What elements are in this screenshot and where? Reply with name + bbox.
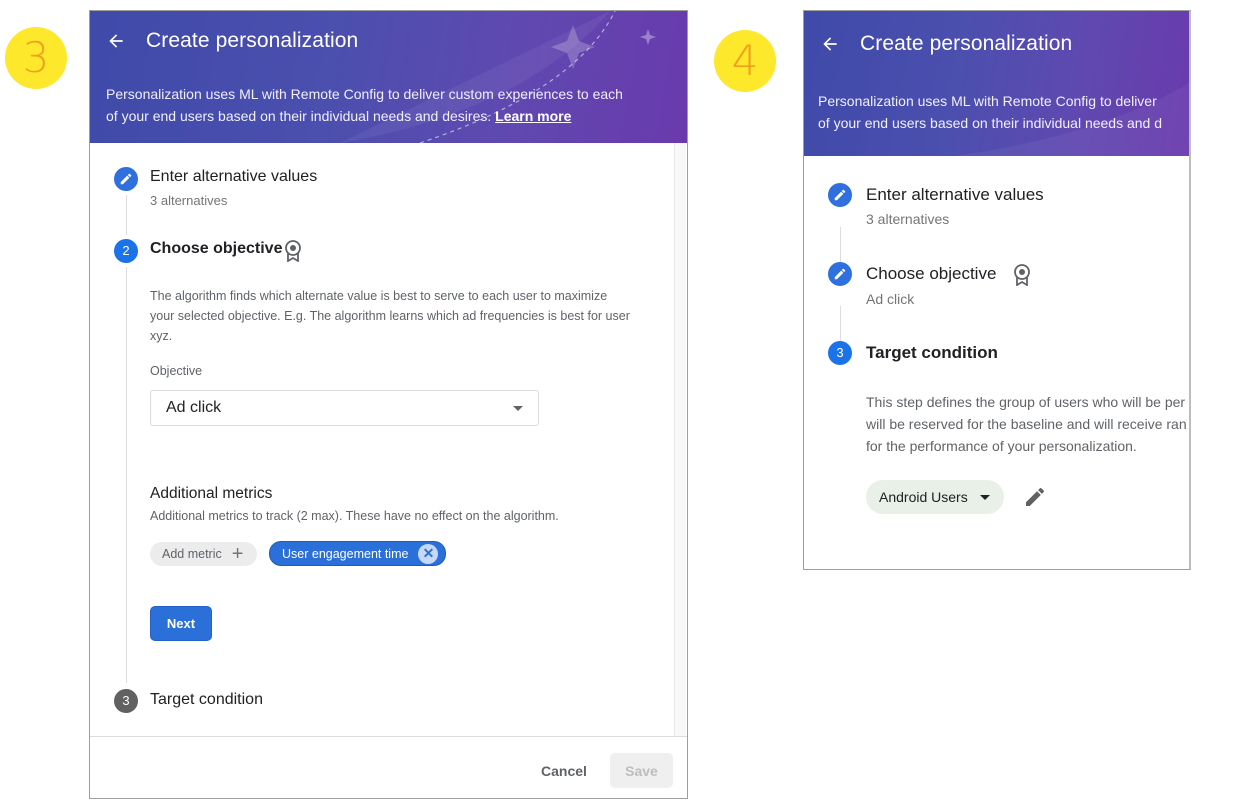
step-number-badge-4: 4 [714,30,776,92]
step-connector [126,267,127,683]
step-1-subtitle: 3 alternatives [150,193,228,208]
objective-description-line: The algorithm finds which alternate valu… [150,289,608,303]
step-1-edit-button[interactable] [828,183,852,207]
step-2-title: Choose objective [150,240,283,257]
learn-more-link[interactable]: Learn more [495,108,571,124]
step-connector [840,306,841,342]
chevron-down-icon [979,494,990,500]
step-connector [840,227,841,263]
step-2-subtitle: Ad click [866,291,915,307]
target-condition-description: This step defines the group of users who… [866,391,1187,457]
next-button[interactable]: Next [150,606,212,641]
pencil-icon [834,268,846,280]
pencil-icon [120,173,132,185]
dialog-title: Create personalization [146,29,359,52]
target-description-line: This step defines the group of users who… [866,394,1186,410]
objective-description: The algorithm finds which alternate valu… [150,286,670,346]
header-description-line-2: of your end users based on their individ… [106,108,492,124]
step-3-number: 3 [828,341,852,365]
sparkle-icon [551,25,595,69]
objective-select-value: Ad click [166,399,222,416]
award-icon [1014,264,1030,286]
chevron-down-icon [513,405,523,411]
dialog-footer: Cancel Save [90,736,687,798]
add-metric-chip[interactable]: Add metric + [150,542,257,566]
header-description-line-2: of your end users based on their individ… [818,115,1163,131]
selected-metric-chip[interactable]: User engagement time ✕ [269,541,446,566]
additional-metrics-description: Additional metrics to track (2 max). The… [150,509,559,523]
step-1-title: Enter alternative values [150,168,318,185]
header-description: Personalization uses ML with Remote Conf… [106,83,623,127]
save-button[interactable]: Save [610,753,673,788]
create-personalization-dialog-step-objective: Create personalization Personalization u… [89,10,688,799]
step-1-title: Enter alternative values [866,185,1044,204]
back-button[interactable] [820,32,860,56]
step-1-subtitle: 3 alternatives [866,211,950,227]
objective-description-line: your selected objective. E.g. The algori… [150,309,630,323]
back-button[interactable] [106,29,146,53]
condition-value: Android Users [879,489,968,505]
create-personalization-dialog-step-target: Create personalization Personalization u… [803,10,1191,570]
header-description-line-1: Personalization uses ML with Remote Conf… [818,93,1157,109]
step-2-title: Choose objective [866,264,997,283]
step-3-title: Target condition [150,691,263,708]
selected-metric-label: User engagement time [282,546,409,561]
arrow-back-icon [109,34,123,48]
step-2-number: 2 [114,239,138,263]
step-3-number: 3 [114,689,138,713]
header-description: Personalization uses ML with Remote Conf… [818,90,1162,134]
step-1-edit-button[interactable] [114,167,138,191]
step-2-edit-button[interactable] [828,262,852,286]
remove-metric-icon[interactable]: ✕ [418,543,439,564]
sparkle-icon [640,29,656,45]
header-description-line-1: Personalization uses ML with Remote Conf… [106,86,623,102]
target-description-line: for the performance of your personalizat… [866,438,1137,454]
add-metric-label: Add metric [162,547,222,561]
additional-metrics-title: Additional metrics [150,485,273,502]
pencil-icon [1026,487,1045,506]
step-connector [126,195,127,235]
step-3-title: Target condition [866,343,998,362]
plus-icon: + [231,543,244,565]
edit-condition-button[interactable] [1023,485,1047,509]
target-description-line: will be reserved for the baseline and wi… [866,416,1187,432]
dialog-header: Create personalization Personalization u… [90,11,687,143]
dialog-title: Create personalization [860,32,1073,55]
step-number-badge-3: 3 [5,27,67,89]
objective-select[interactable]: Ad click [150,390,539,426]
scrollbar[interactable] [674,143,686,737]
arrow-back-icon [823,37,837,51]
dialog-header: Create personalization Personalization u… [804,11,1189,156]
award-icon [285,240,301,262]
condition-dropdown-chip[interactable]: Android Users [866,480,1004,514]
pencil-icon [834,189,846,201]
objective-label: Objective [150,364,203,378]
objective-description-line: xyz. [150,329,173,343]
cancel-button[interactable]: Cancel [541,763,587,779]
